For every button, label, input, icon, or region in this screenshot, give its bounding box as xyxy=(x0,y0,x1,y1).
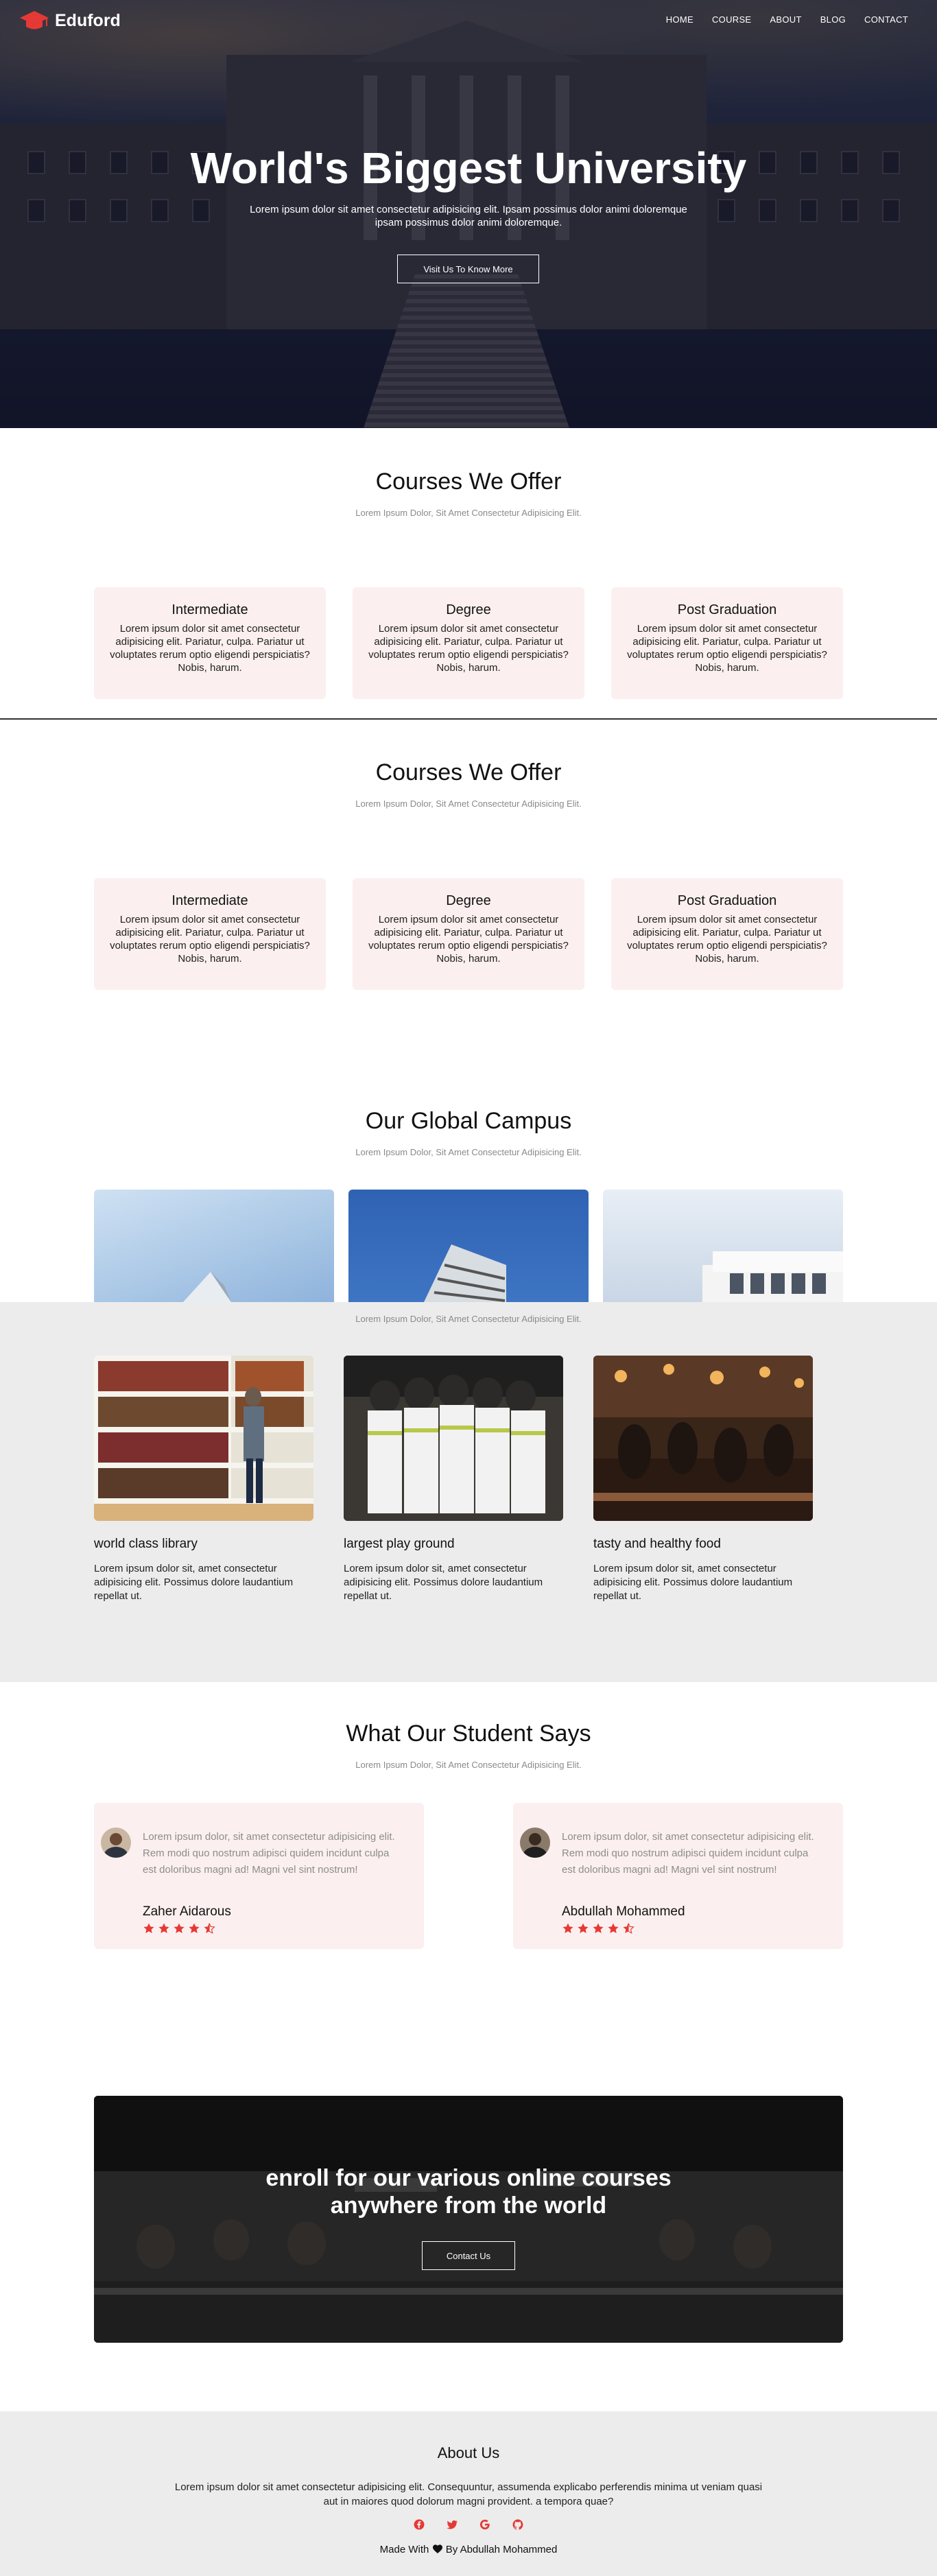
visit-us-button[interactable]: Visit Us To Know More xyxy=(397,255,539,283)
star-icon xyxy=(592,1922,604,1938)
google-icon[interactable] xyxy=(479,2518,491,2531)
testimonials-subtitle: Lorem Ipsum Dolor, Sit Amet Consectetur … xyxy=(355,1760,582,1770)
enroll-title-line1: enroll for our various online courses xyxy=(265,2165,672,2191)
hero-subtitle-line1: Lorem ipsum dolor sit amet consectetur a… xyxy=(250,204,687,215)
hero-section: Eduford HOME COURSE ABOUT BLOG CONTACT W… xyxy=(0,0,937,428)
enroll-title-line2: anywhere from the world xyxy=(330,2193,607,2219)
credit-suffix: By Abdullah Mohammed xyxy=(445,2544,558,2555)
course-card-degree[interactable]: Degree Lorem ipsum dolor sit amet consec… xyxy=(353,878,584,990)
nav-blog[interactable]: BLOG xyxy=(820,14,846,25)
navbar: Eduford HOME COURSE ABOUT BLOG CONTACT xyxy=(0,0,937,41)
playground-image[interactable] xyxy=(344,1356,563,1521)
hero-title: World's Biggest University xyxy=(190,143,747,193)
courses-subtitle-2: Lorem Ipsum Dolor, Sit Amet Consectetur … xyxy=(355,799,582,809)
course-card-post-graduation[interactable]: Post Graduation Lorem ipsum dolor sit am… xyxy=(611,878,843,990)
rating-stars xyxy=(562,1922,634,1938)
facebook-icon[interactable] xyxy=(413,2518,425,2531)
avatar xyxy=(101,1828,131,1858)
course-card-text: Lorem ipsum dolor sit amet consectetur a… xyxy=(627,914,827,965)
nav-contact[interactable]: CONTACT xyxy=(864,14,908,25)
hero-subtitle-line2: ipsam possimus dolor animi doloremque. xyxy=(375,217,562,228)
footer-title: About Us xyxy=(437,2444,500,2461)
course-card-intermediate[interactable]: Intermediate Lorem ipsum dolor sit amet … xyxy=(94,878,326,990)
facility-title: tasty and healthy food xyxy=(593,1537,721,1551)
campus-image-2[interactable] xyxy=(348,1190,589,1302)
facilities-subtitle: Lorem Ipsum Dolor, Sit Amet Consectetur … xyxy=(355,1314,582,1324)
course-card-title: Degree xyxy=(446,893,491,908)
social-links xyxy=(0,2518,937,2531)
section-divider xyxy=(0,718,937,720)
testimonial-name: Zaher Aidarous xyxy=(143,1904,231,1919)
credit-line: Made With By Abdullah Mohammed xyxy=(0,2544,937,2555)
course-card-text: Lorem ipsum dolor sit amet consectetur a… xyxy=(368,623,569,674)
course-card-text: Lorem ipsum dolor sit amet consectetur a… xyxy=(110,623,310,674)
star-icon xyxy=(158,1922,170,1938)
course-card-title: Intermediate xyxy=(171,602,248,617)
star-icon xyxy=(188,1922,200,1938)
star-icon xyxy=(577,1922,589,1938)
course-card-text: Lorem ipsum dolor sit amet consectetur a… xyxy=(627,623,827,674)
classroom-background xyxy=(94,2096,843,2343)
campus-title: Our Global Campus xyxy=(365,1108,572,1134)
enroll-banner: enroll for our various online courses an… xyxy=(94,2096,843,2343)
star-icon xyxy=(173,1922,185,1938)
testimonial-quote: Lorem ipsum dolor, sit amet consectetur … xyxy=(143,1831,395,1876)
course-card-title: Intermediate xyxy=(171,893,248,908)
testimonial-name: Abdullah Mohammed xyxy=(562,1904,685,1919)
course-card-title: Post Graduation xyxy=(677,602,777,617)
footer: About Us Lorem ipsum dolor sit amet cons… xyxy=(0,2411,937,2576)
courses-title: Courses We Offer xyxy=(375,469,562,495)
hero-subtitle: Lorem ipsum dolor sit amet consectetur a… xyxy=(0,203,937,229)
github-icon[interactable] xyxy=(512,2518,524,2531)
nav-course[interactable]: COURSE xyxy=(712,14,751,25)
facility-text: Lorem ipsum dolor sit, amet consectetur … xyxy=(344,1563,543,1602)
nav-home[interactable]: HOME xyxy=(666,14,693,25)
testimonial-quote: Lorem ipsum dolor, sit amet consectetur … xyxy=(562,1831,814,1876)
heart-icon xyxy=(432,2544,443,2555)
testimonial-card: Lorem ipsum dolor, sit amet consectetur … xyxy=(513,1803,843,1949)
testimonials-title: What Our Student Says xyxy=(346,1721,591,1747)
course-card-degree[interactable]: Degree Lorem ipsum dolor sit amet consec… xyxy=(353,587,584,699)
course-card-text: Lorem ipsum dolor sit amet consectetur a… xyxy=(368,914,569,965)
library-image[interactable] xyxy=(94,1356,313,1521)
facility-title: world class library xyxy=(94,1537,198,1551)
facility-text: Lorem ipsum dolor sit, amet consectetur … xyxy=(593,1563,793,1602)
star-icon xyxy=(143,1922,155,1938)
avatar xyxy=(520,1828,550,1858)
half-star-icon xyxy=(622,1922,634,1938)
nav-about[interactable]: ABOUT xyxy=(770,14,801,25)
facility-text: Lorem ipsum dolor sit, amet consectetur … xyxy=(94,1563,294,1602)
star-icon xyxy=(607,1922,619,1938)
courses-subtitle: Lorem Ipsum Dolor, Sit Amet Consectetur … xyxy=(355,508,582,518)
nav-links: HOME COURSE ABOUT BLOG CONTACT xyxy=(666,14,908,25)
course-card-intermediate[interactable]: Intermediate Lorem ipsum dolor sit amet … xyxy=(94,587,326,699)
graduation-cap-icon xyxy=(19,10,49,32)
course-card-post-graduation[interactable]: Post Graduation Lorem ipsum dolor sit am… xyxy=(611,587,843,699)
credit-prefix: Made With xyxy=(379,2544,429,2555)
star-icon xyxy=(562,1922,574,1938)
campus-image-1[interactable] xyxy=(94,1190,334,1302)
contact-us-button[interactable]: Contact Us xyxy=(422,2241,515,2270)
rating-stars xyxy=(143,1922,215,1938)
course-card-title: Degree xyxy=(446,602,491,617)
campus-image-3[interactable] xyxy=(603,1190,843,1302)
courses-title-2: Courses We Offer xyxy=(375,759,562,785)
facility-title: largest play ground xyxy=(344,1537,455,1551)
footer-text: Lorem ipsum dolor sit amet consectetur a… xyxy=(174,2481,763,2507)
twitter-icon[interactable] xyxy=(446,2518,458,2531)
course-card-title: Post Graduation xyxy=(677,893,777,908)
enroll-title: enroll for our various online courses an… xyxy=(94,2164,843,2219)
logo[interactable]: Eduford xyxy=(19,10,121,32)
food-image[interactable] xyxy=(593,1356,813,1521)
campus-subtitle: Lorem Ipsum Dolor, Sit Amet Consectetur … xyxy=(355,1147,582,1157)
testimonial-card: Lorem ipsum dolor, sit amet consectetur … xyxy=(94,1803,424,1949)
course-card-text: Lorem ipsum dolor sit amet consectetur a… xyxy=(110,914,310,965)
half-star-icon xyxy=(203,1922,215,1938)
brand-name: Eduford xyxy=(55,10,121,30)
